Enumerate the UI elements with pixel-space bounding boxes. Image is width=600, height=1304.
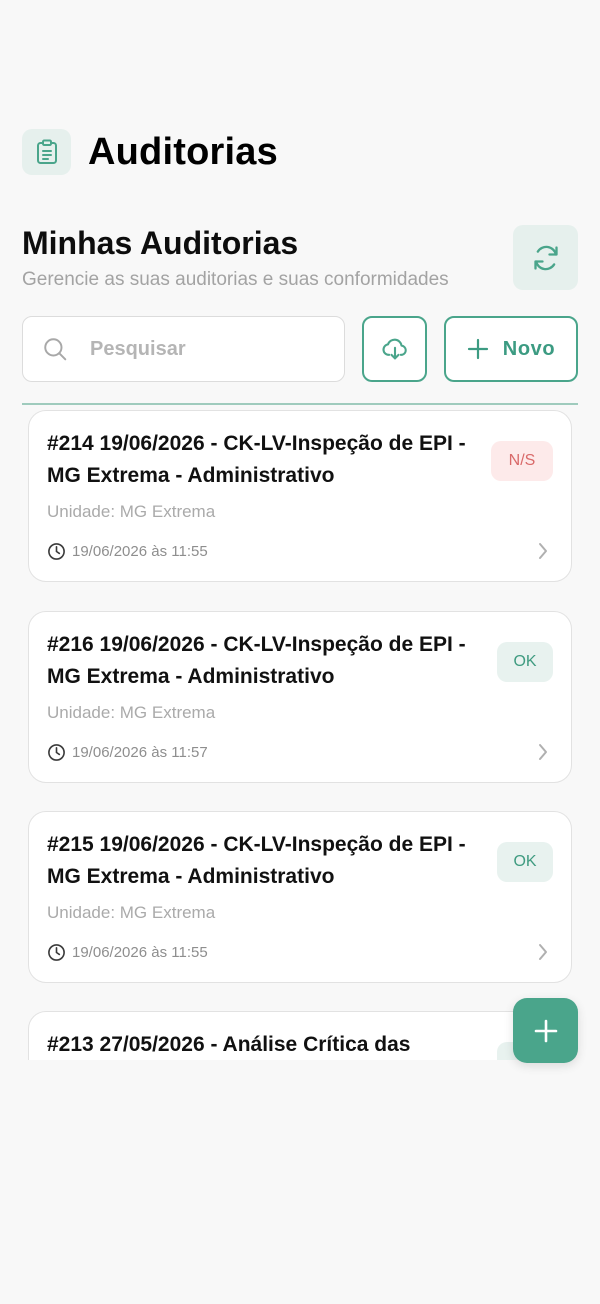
audit-card[interactable]: #214 19/06/2026 - CK-LV-Inspeção de EPI … [28, 410, 572, 582]
search-field[interactable] [22, 316, 345, 382]
audit-datetime: 19/06/2026 às 11:55 [47, 542, 208, 561]
chevron-right-icon [537, 943, 549, 961]
cloud-download-icon [381, 335, 409, 363]
audit-unit: Unidade: MG Extrema [47, 502, 216, 521]
audit-card[interactable]: #216 19/06/2026 - CK-LV-Inspeção de EPI … [28, 611, 572, 783]
search-icon [42, 336, 68, 362]
audit-unit: Unidade: MG Extrema [47, 903, 216, 922]
audit-list: #214 19/06/2026 - CK-LV-Inspeção de EPI … [0, 405, 600, 1060]
audit-title: #215 19/06/2026 - CK-LV-Inspeção de EPI … [47, 833, 466, 888]
audit-title: #213 27/05/2026 - Análise Crítica das [47, 1033, 411, 1056]
audit-card[interactable]: #213 27/05/2026 - Análise Crítica das [28, 1011, 572, 1060]
audit-title: #214 19/06/2026 - CK-LV-Inspeção de EPI … [47, 432, 466, 487]
audit-card[interactable]: #215 19/06/2026 - CK-LV-Inspeção de EPI … [28, 811, 572, 983]
plus-icon [467, 338, 489, 360]
status-badge: OK [497, 642, 553, 682]
new-button-label: Novo [502, 337, 556, 360]
status-badge: OK [497, 842, 553, 882]
chevron-right-icon [537, 743, 549, 761]
refresh-icon [532, 244, 560, 272]
audit-datetime-text: 19/06/2026 às 11:57 [72, 744, 208, 761]
chevron-right-icon [537, 542, 549, 560]
audit-datetime: 19/06/2026 às 11:57 [47, 743, 208, 762]
clipboard-icon [22, 129, 71, 175]
page-title: Auditorias [88, 130, 278, 173]
audit-title: #216 19/06/2026 - CK-LV-Inspeção de EPI … [47, 633, 466, 688]
section-title: Minhas Auditorias [22, 225, 299, 261]
section-subtitle: Gerencie as suas auditorias e suas confo… [22, 269, 449, 290]
audit-datetime: 19/06/2026 às 11:55 [47, 943, 208, 962]
clock-icon [47, 542, 66, 561]
audit-unit: Unidade: MG Extrema [47, 703, 216, 722]
new-audit-button[interactable]: Novo [444, 316, 578, 382]
plus-icon [533, 1018, 559, 1044]
audit-datetime-text: 19/06/2026 às 11:55 [72, 944, 208, 961]
refresh-button[interactable] [513, 225, 578, 290]
add-audit-fab[interactable] [513, 998, 578, 1063]
status-badge: N/S [491, 441, 553, 481]
app-header: Auditorias [22, 128, 278, 176]
search-input[interactable] [90, 337, 310, 361]
download-button[interactable] [362, 316, 427, 382]
audit-datetime-text: 19/06/2026 às 11:55 [72, 543, 208, 560]
clock-icon [47, 943, 66, 962]
clock-icon [47, 743, 66, 762]
